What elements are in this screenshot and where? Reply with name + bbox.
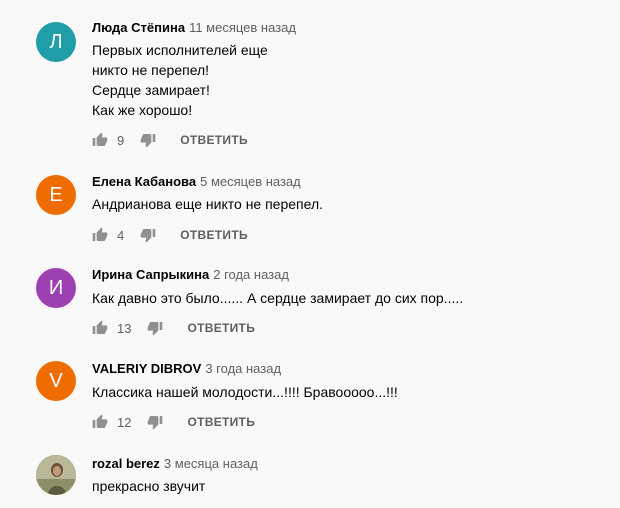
like-count: 9: [117, 132, 125, 148]
comment-author[interactable]: rozal berez: [92, 456, 160, 471]
avatar[interactable]: V: [36, 361, 76, 401]
comment-header: Ирина Сапрыкина 2 года назад: [92, 267, 289, 283]
avatar-photo-icon: [36, 455, 76, 495]
comment-header: Люда Стёпина 11 месяцев назад: [92, 20, 296, 36]
avatar[interactable]: И: [36, 268, 76, 308]
comment-text: Классика нашей молодости...!!!! Бравоooo…: [92, 384, 398, 400]
avatar[interactable]: Л: [36, 22, 76, 62]
thumb-down-icon[interactable]: [147, 414, 163, 430]
comment-time[interactable]: 3 месяца назад: [164, 456, 258, 471]
comment-author[interactable]: VALERIY DIBROV: [92, 361, 201, 376]
comment-author[interactable]: Ирина Сапрыкина: [92, 267, 209, 282]
comment-actions: 12 ОТВЕТИТЬ: [92, 412, 255, 432]
comment-text: прекрасно звучит: [92, 478, 206, 494]
thumb-down-icon[interactable]: [140, 227, 156, 243]
comment-author[interactable]: Люда Стёпина: [92, 20, 185, 35]
thumb-down-icon[interactable]: [147, 320, 163, 336]
thumb-up-icon[interactable]: [92, 320, 108, 336]
reply-button[interactable]: ОТВЕТИТЬ: [180, 133, 248, 147]
comment-time[interactable]: 3 года назад: [205, 361, 281, 376]
avatar[interactable]: Е: [36, 175, 76, 215]
thumb-up-icon[interactable]: [92, 132, 108, 148]
comment-actions: 9 ОТВЕТИТЬ: [92, 130, 248, 150]
thumb-up-icon[interactable]: [92, 227, 108, 243]
comment-header: VALERIY DIBROV 3 года назад: [92, 361, 281, 377]
comment-text: Первых исполнителей еще никто не перепел…: [92, 42, 268, 118]
thumb-down-icon[interactable]: [140, 132, 156, 148]
reply-button[interactable]: ОТВЕТИТЬ: [187, 321, 255, 335]
avatar[interactable]: [36, 455, 76, 495]
comment-time[interactable]: 11 месяцев назад: [189, 20, 296, 35]
reply-button[interactable]: ОТВЕТИТЬ: [187, 415, 255, 429]
comment-text: Как давно это было...... А сердце замира…: [92, 290, 464, 306]
reply-button[interactable]: ОТВЕТИТЬ: [180, 228, 248, 242]
comment-actions: 4 ОТВЕТИТЬ: [92, 225, 248, 245]
like-count: 12: [117, 414, 132, 430]
comment-header: rozal berez 3 месяца назад: [92, 456, 258, 472]
comment-time[interactable]: 5 месяцев назад: [200, 174, 301, 189]
comment-time[interactable]: 2 года назад: [213, 267, 289, 282]
comment-header: Елена Кабанова 5 месяцев назад: [92, 174, 301, 190]
like-count: 4: [117, 227, 125, 243]
comment-text: Андрианова еще никто не перепел.: [92, 196, 323, 212]
comment-actions: 13 ОТВЕТИТЬ: [92, 318, 255, 338]
thumb-up-icon[interactable]: [92, 414, 108, 430]
like-count: 13: [117, 320, 132, 336]
comment-author[interactable]: Елена Кабанова: [92, 174, 196, 189]
